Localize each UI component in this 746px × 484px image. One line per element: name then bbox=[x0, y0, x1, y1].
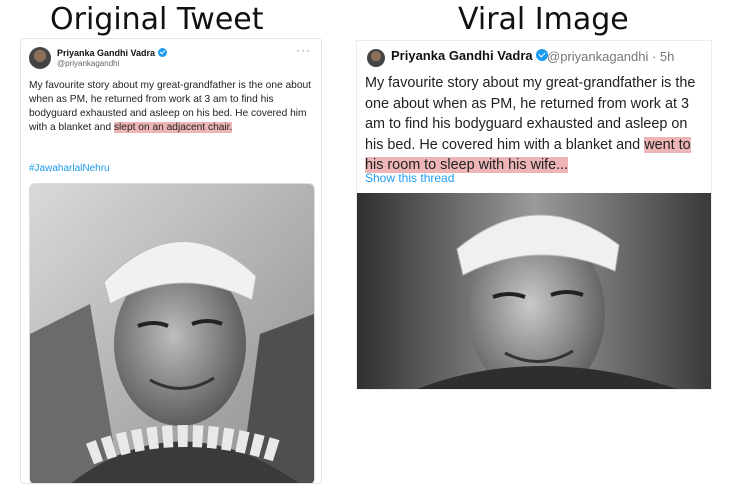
original-tweet-card: Priyanka Gandhi Vadra @priyankagandhi ··… bbox=[20, 38, 322, 484]
verified-badge-icon bbox=[158, 48, 168, 57]
portrait-image bbox=[30, 184, 314, 483]
tweet-text: My favourite story about my great-grandf… bbox=[365, 73, 705, 176]
author-name[interactable]: Priyanka Gandhi Vadra bbox=[57, 48, 168, 58]
tweet-photo[interactable] bbox=[357, 193, 711, 389]
tweet-text-highlight: slept on an adjacent chair. bbox=[113, 122, 233, 133]
avatar[interactable] bbox=[367, 49, 385, 67]
author-handle[interactable]: @priyankagandhi bbox=[57, 59, 119, 68]
tweet-text: My favourite story about my great-grandf… bbox=[29, 79, 317, 135]
author-handle[interactable]: @priyankagandhi · 5h bbox=[547, 49, 674, 64]
portrait-image bbox=[357, 193, 711, 389]
hashtag-link[interactable]: #JawaharlalNehru bbox=[29, 163, 110, 174]
viral-tweet-card: Priyanka Gandhi Vadra @priyankagandhi · … bbox=[356, 40, 712, 390]
viral-image-heading: Viral Image bbox=[458, 2, 629, 37]
verified-badge-icon bbox=[535, 49, 548, 61]
avatar[interactable] bbox=[29, 47, 51, 69]
author-name[interactable]: Priyanka Gandhi Vadra bbox=[391, 48, 548, 63]
more-options-icon[interactable]: ··· bbox=[296, 43, 311, 57]
original-tweet-heading: Original Tweet bbox=[50, 2, 264, 37]
tweet-photo[interactable] bbox=[29, 183, 315, 483]
show-thread-link[interactable]: Show this thread bbox=[365, 171, 454, 185]
